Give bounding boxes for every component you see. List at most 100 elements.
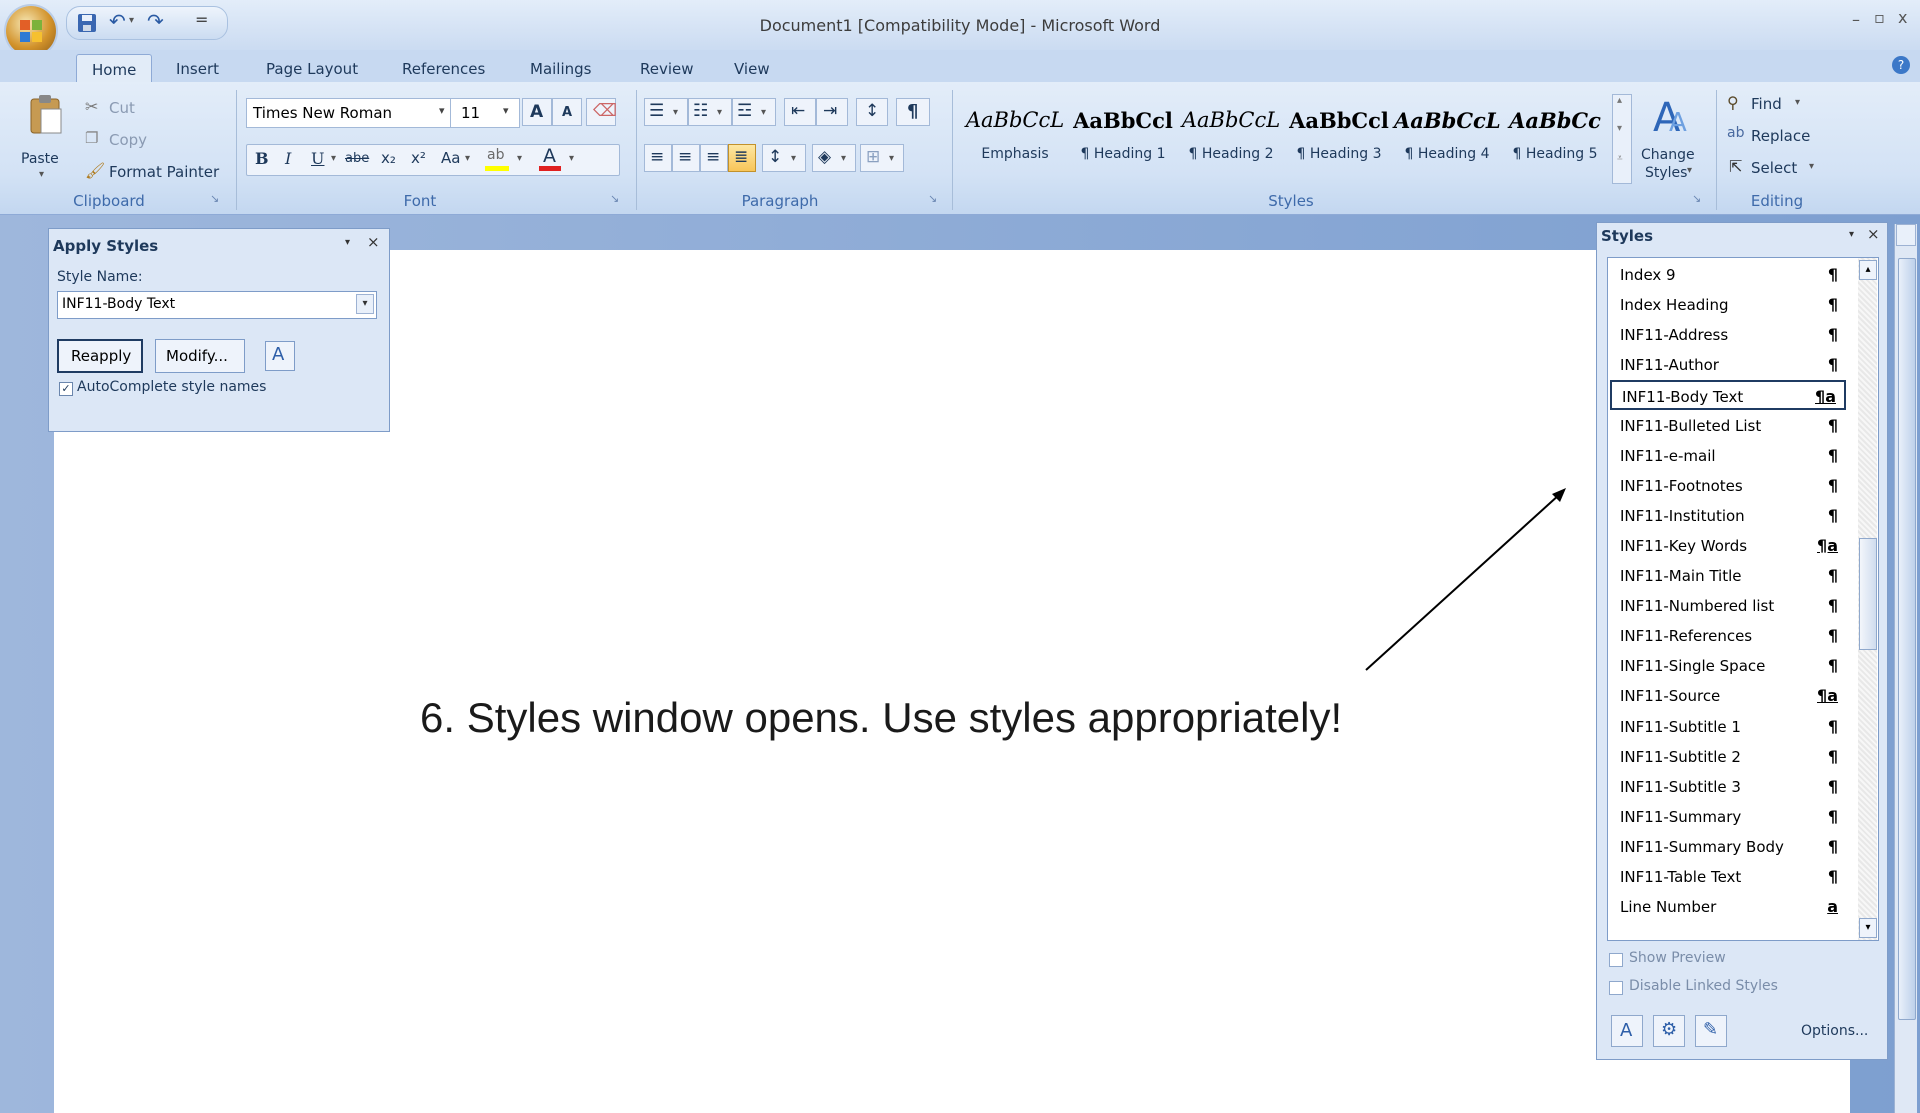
style-list-item[interactable]: INF11-Subtitle 3 ¶: [1610, 772, 1846, 802]
gallery-down-icon[interactable]: ▾: [1617, 123, 1622, 134]
numbering-button[interactable]: ☷ ▾: [688, 98, 732, 126]
style-heading-4[interactable]: AaBbCcL ¶ Heading 4: [1394, 94, 1501, 178]
modify-button[interactable]: Modify...: [155, 339, 245, 373]
reapply-button[interactable]: Reapply: [57, 339, 143, 373]
font-color-icon[interactable]: A: [537, 145, 563, 171]
style-list-item[interactable]: INF11-Summary ¶: [1610, 802, 1846, 832]
style-heading-1[interactable]: AaBbCcl ¶ Heading 1: [1070, 94, 1176, 178]
superscript-button[interactable]: x²: [411, 149, 426, 167]
styles-list[interactable]: Index 9 ¶ Index Heading ¶ INF11-Address ¶ INF1…: [1607, 257, 1879, 941]
show-marks-button[interactable]: ¶: [896, 98, 930, 126]
replace-button[interactable]: ab Replace: [1724, 124, 1834, 150]
format-painter-button[interactable]: 🖌 Format Painter: [82, 160, 228, 184]
bold-button[interactable]: B: [255, 149, 269, 168]
manage-styles-button[interactable]: ✎: [1695, 1015, 1727, 1047]
gallery-up-icon[interactable]: ▴: [1617, 95, 1622, 106]
style-list-item[interactable]: INF11-Numbered list ¶: [1610, 591, 1846, 621]
style-list-item[interactable]: INF11-Table Text ¶: [1610, 862, 1846, 892]
style-list-item[interactable]: Index Heading ¶: [1610, 290, 1846, 320]
font-size-combo[interactable]: 11 ▾: [450, 98, 520, 128]
change-styles-button[interactable]: AA Change Styles ▾: [1636, 90, 1702, 190]
copy-button[interactable]: ❐ Copy: [82, 128, 202, 152]
clear-formatting-button[interactable]: ⌫: [586, 98, 617, 126]
font-color-dropdown-icon[interactable]: ▾: [569, 153, 574, 164]
style-list-item[interactable]: Line Number a: [1610, 892, 1846, 922]
borders-button[interactable]: ⊞ ▾: [860, 144, 904, 172]
strikethrough-button[interactable]: abe: [345, 151, 369, 166]
close-icon[interactable]: ×: [367, 233, 380, 251]
subscript-button[interactable]: x₂: [381, 149, 396, 167]
show-preview-checkbox[interactable]: [1609, 953, 1623, 967]
cut-button[interactable]: ✂ Cut: [82, 96, 202, 120]
new-style-button[interactable]: A: [1611, 1015, 1643, 1047]
underline-button[interactable]: U: [311, 149, 324, 168]
font-size-dropdown-icon[interactable]: ▾: [503, 104, 509, 117]
sort-button[interactable]: ↕: [856, 98, 888, 126]
justify-button[interactable]: ≣: [728, 144, 756, 172]
highlight-dropdown-icon[interactable]: ▾: [517, 153, 522, 164]
style-heading-3[interactable]: AaBbCcl ¶ Heading 3: [1286, 94, 1392, 178]
style-list-item[interactable]: INF11-Subtitle 1 ¶: [1610, 712, 1846, 742]
grow-font-button[interactable]: A: [522, 98, 552, 126]
select-button[interactable]: ⇱ Select ▾: [1724, 156, 1834, 182]
scroll-thumb[interactable]: [1898, 258, 1916, 1020]
style-list-item[interactable]: INF11-Footnotes ¶: [1610, 471, 1846, 501]
style-list-item[interactable]: INF11-Main Title ¶: [1610, 561, 1846, 591]
tab-references[interactable]: References: [402, 60, 485, 78]
style-inspector-button[interactable]: ⚙: [1653, 1015, 1685, 1047]
tab-mailings[interactable]: Mailings: [530, 60, 591, 78]
style-list-item[interactable]: INF11-Single Space ¶: [1610, 651, 1846, 681]
decrease-indent-button[interactable]: ⇤: [784, 98, 816, 126]
pane-menu-icon[interactable]: ▾: [1849, 229, 1854, 240]
style-list-item[interactable]: INF11-Body Text ¶a: [1610, 380, 1846, 411]
style-list-item[interactable]: INF11-Author ¶: [1610, 350, 1846, 380]
autocomplete-checkbox[interactable]: ✓: [59, 382, 73, 396]
clipboard-launcher-icon[interactable]: ↘: [210, 192, 219, 205]
underline-dropdown-icon[interactable]: ▾: [331, 153, 336, 164]
style-name-dropdown-icon[interactable]: ▾: [356, 294, 374, 314]
change-case-dropdown-icon[interactable]: ▾: [465, 153, 470, 164]
align-center-button[interactable]: ≡: [672, 144, 700, 172]
paste-button[interactable]: Paste ▾: [18, 90, 72, 188]
minimize-button[interactable]: –: [1852, 10, 1860, 29]
panel-menu-icon[interactable]: ▾: [345, 237, 350, 248]
tab-view[interactable]: View: [734, 60, 770, 78]
shading-button[interactable]: ◈ ▾: [812, 144, 856, 172]
line-spacing-button[interactable]: ↕ ▾: [762, 144, 806, 172]
find-button[interactable]: ⚲ Find ▾: [1724, 92, 1834, 118]
align-right-button[interactable]: ≡: [700, 144, 728, 172]
style-list-item[interactable]: INF11-Summary Body ¶: [1610, 832, 1846, 862]
vertical-scrollbar[interactable]: ▴: [1894, 224, 1917, 1113]
style-list-item[interactable]: INF11-e-mail ¶: [1610, 441, 1846, 471]
gallery-more-icon[interactable]: ⩡: [1617, 153, 1623, 164]
multilevel-list-button[interactable]: ☲ ▾: [732, 98, 776, 126]
highlight-icon[interactable]: ab: [483, 147, 513, 171]
style-list-item[interactable]: INF11-Key Words ¶a: [1610, 531, 1846, 561]
shrink-font-button[interactable]: A: [552, 98, 582, 126]
help-icon[interactable]: ?: [1892, 56, 1910, 74]
align-left-button[interactable]: ≡: [644, 144, 672, 172]
close-icon[interactable]: ×: [1867, 225, 1880, 243]
paragraph-launcher-icon[interactable]: ↘: [928, 192, 937, 205]
increase-indent-button[interactable]: ⇥: [816, 98, 848, 126]
disable-linked-checkbox[interactable]: [1609, 981, 1623, 995]
restore-button[interactable]: ▫: [1874, 8, 1885, 27]
ruler-toggle-icon[interactable]: [1896, 224, 1916, 246]
style-name-input[interactable]: INF11-Body Text ▾: [57, 291, 377, 319]
list-scroll-up-icon[interactable]: ▴: [1859, 260, 1877, 280]
style-list-item[interactable]: INF11-Institution ¶: [1610, 501, 1846, 531]
style-list-item[interactable]: INF11-References ¶: [1610, 621, 1846, 651]
styles-pane-button[interactable]: A: [265, 341, 295, 371]
styles-list-scrollbar[interactable]: ▴ ▾: [1858, 258, 1877, 940]
font-name-combo[interactable]: Times New Roman ▾: [246, 98, 458, 128]
change-case-button[interactable]: Aa: [441, 149, 460, 167]
style-heading-2[interactable]: AaBbCcL ¶ Heading 2: [1178, 94, 1284, 178]
style-list-item[interactable]: INF11-Source ¶a: [1610, 681, 1846, 711]
list-scroll-down-icon[interactable]: ▾: [1859, 918, 1877, 938]
italic-button[interactable]: I: [285, 149, 291, 168]
style-list-item[interactable]: Index 9 ¶: [1610, 260, 1846, 290]
style-heading-5[interactable]: AaBbCc ¶ Heading 5: [1502, 94, 1608, 178]
font-launcher-icon[interactable]: ↘: [610, 192, 619, 205]
style-list-item[interactable]: INF11-Bulleted List ¶: [1610, 411, 1846, 441]
close-button[interactable]: x: [1898, 8, 1907, 27]
